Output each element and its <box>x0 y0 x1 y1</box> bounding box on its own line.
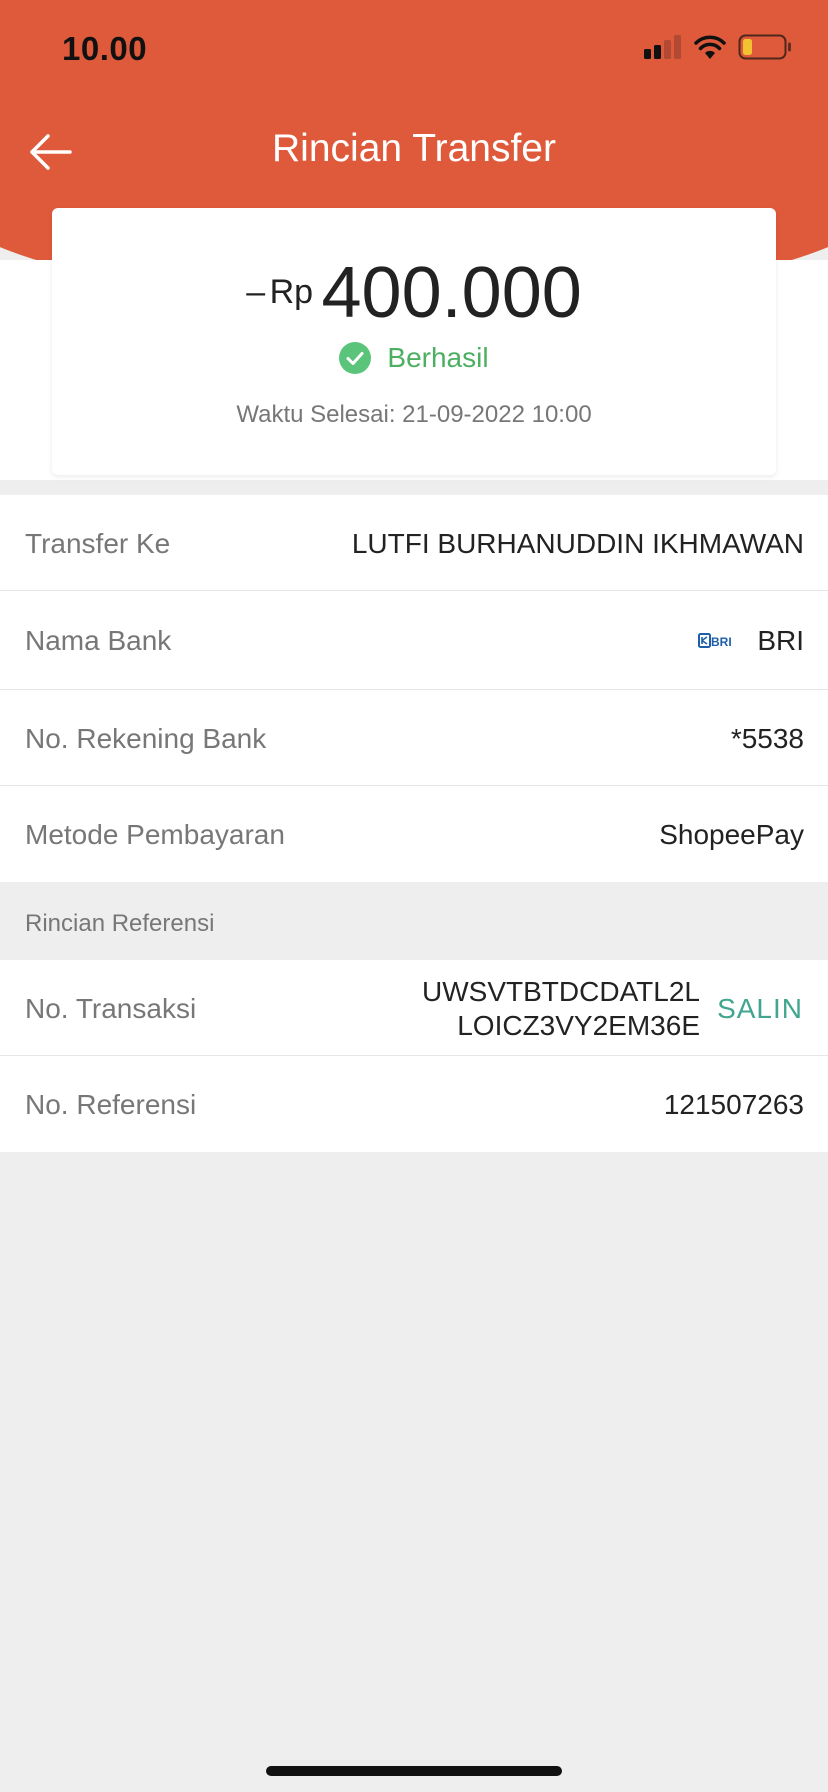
transaction-number-line2: LOICZ3VY2EM36E <box>457 1010 700 1041</box>
bank-name-value: BRI <box>757 625 804 656</box>
row-reference-number: No. Referensi 121507263 <box>0 1056 828 1152</box>
check-circle-icon <box>339 342 372 374</box>
transaction-number-line1: UWSVTBTDCDATL2L <box>422 976 700 1007</box>
bri-logo-text: BRI <box>711 635 732 649</box>
row-bank-name: Nama Bank BRI BRI <box>0 591 828 690</box>
amount-value: 400.000 <box>321 253 582 333</box>
battery-icon <box>738 34 791 60</box>
transfer-summary-card: – Rp 400.000 Berhasil Waktu Selesai: 21-… <box>52 208 776 475</box>
copy-button[interactable]: SALIN <box>717 993 803 1025</box>
amount-currency: Rp <box>269 273 314 311</box>
status-text: Berhasil <box>387 342 489 373</box>
completed-time: Waktu Selesai: 21-09-2022 10:00 <box>236 401 592 428</box>
bank-name-label: Nama Bank <box>25 625 172 656</box>
reference-section-header: Rincian Referensi <box>0 882 828 960</box>
transfer-to-value: LUTFI BURHANUDDIN IKHMAWAN <box>351 528 804 559</box>
reference-number-label: No. Referensi <box>25 1089 197 1120</box>
payment-method-value: ShopeePay <box>659 819 804 850</box>
bri-logo-icon: BRI <box>698 633 732 649</box>
cellular-signal-icon <box>644 35 681 59</box>
home-indicator[interactable] <box>266 1766 562 1776</box>
account-number-value: *5538 <box>730 723 804 754</box>
wifi-icon <box>694 35 726 59</box>
account-number-label: No. Rekening Bank <box>25 723 267 754</box>
status-badge: Berhasil <box>52 342 776 374</box>
reference-number-value: 121507263 <box>663 1089 804 1120</box>
transaction-number-value: UWSVTBTDCDATL2L LOICZ3VY2EM36E <box>422 975 700 1043</box>
row-transaction-number: No. Transaksi UWSVTBTDCDATL2L LOICZ3VY2E… <box>0 960 828 1056</box>
amount-sign: – <box>246 273 266 311</box>
row-payment-method: Metode Pembayaran ShopeePay <box>0 786 828 882</box>
amount: – Rp 400.000 <box>52 252 776 334</box>
status-time: 10.00 <box>62 30 148 67</box>
reference-section-title: Rincian Referensi <box>25 910 215 937</box>
row-account-number: No. Rekening Bank *5538 <box>0 690 828 786</box>
transfer-to-label: Transfer Ke <box>25 528 171 559</box>
payment-method-label: Metode Pembayaran <box>25 819 285 850</box>
page-title: Rincian Transfer <box>272 127 556 170</box>
row-transfer-to: Transfer Ke LUTFI BURHANUDDIN IKHMAWAN <box>0 495 828 591</box>
transaction-number-label: No. Transaksi <box>25 993 197 1024</box>
status-icons <box>644 34 792 60</box>
